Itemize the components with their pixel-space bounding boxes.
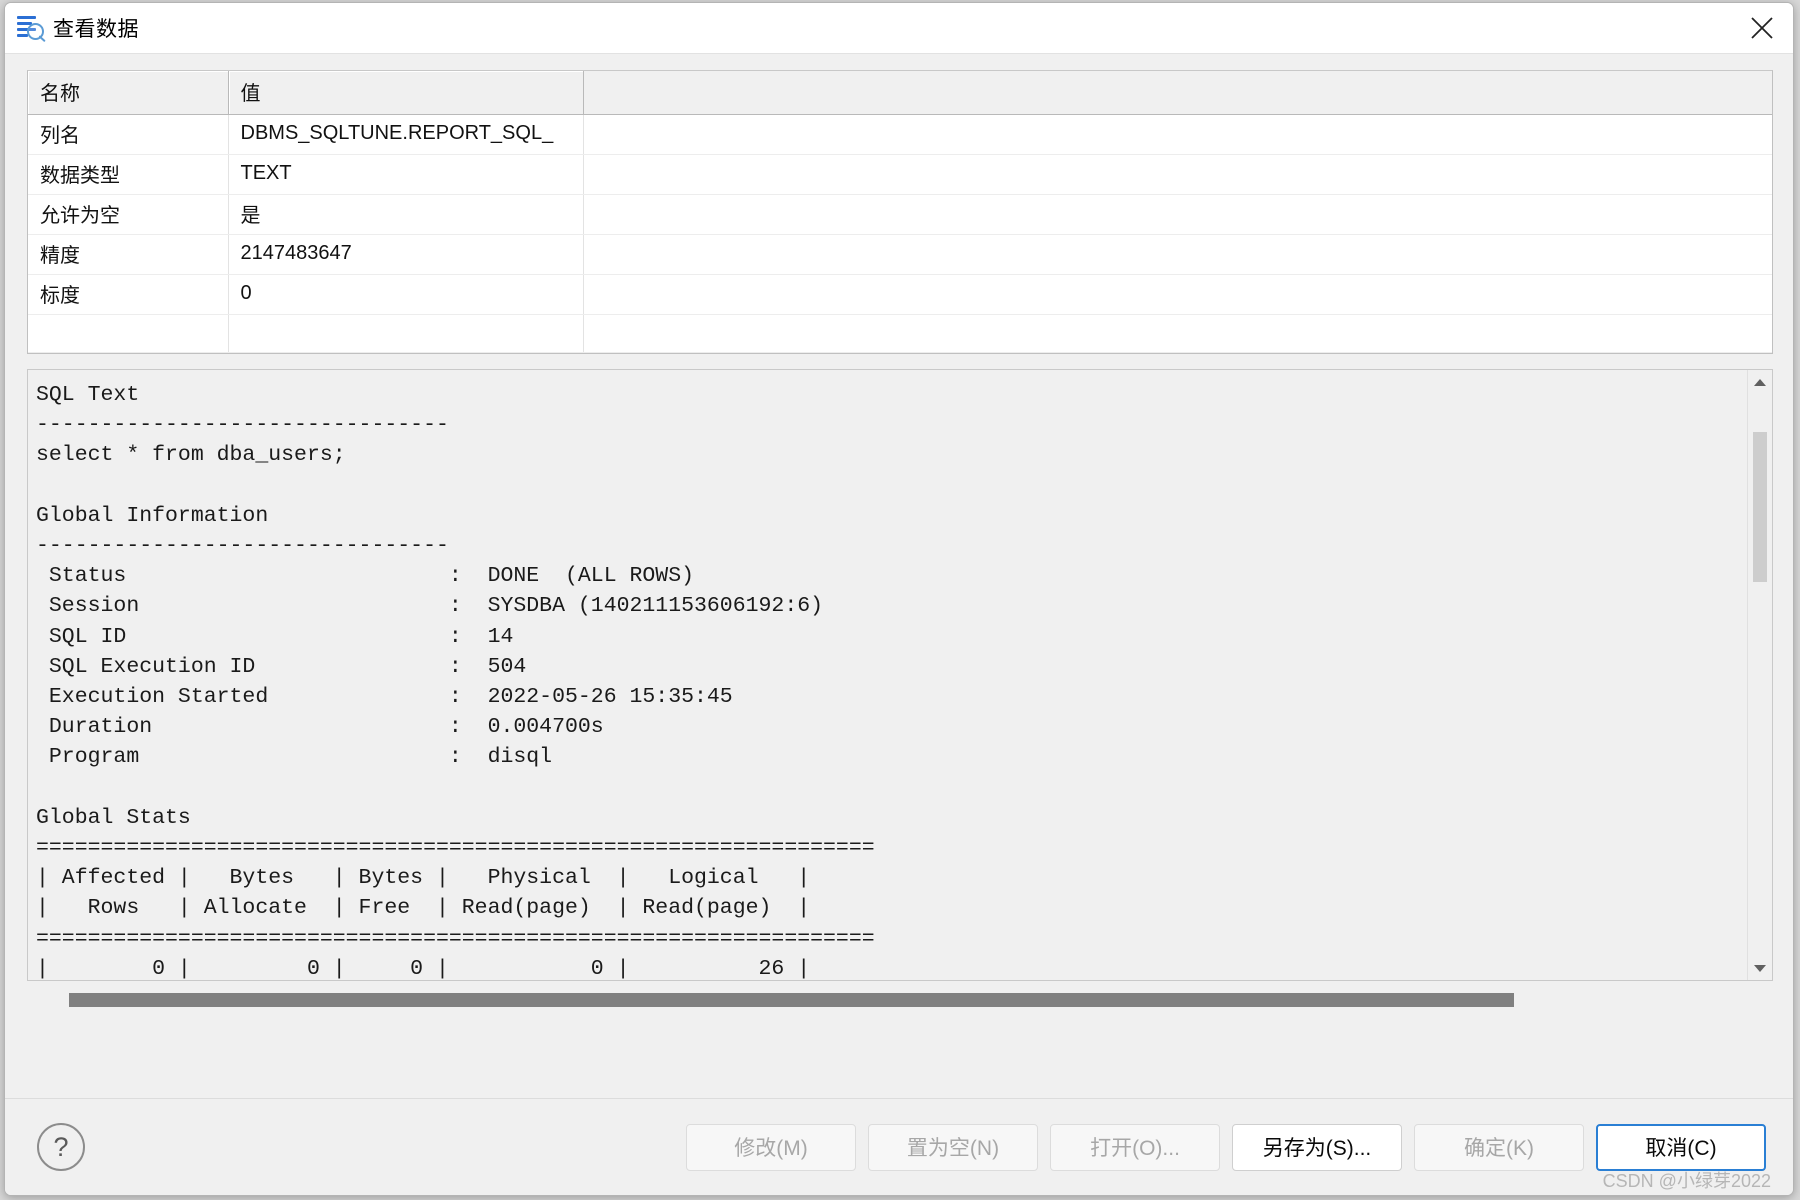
row-name: 数据类型 — [28, 154, 229, 195]
grid-header-name[interactable]: 名称 — [28, 71, 229, 115]
row-value — [228, 314, 584, 353]
row-filler — [583, 154, 1772, 195]
cancel-button[interactable]: 取消(C) — [1596, 1123, 1766, 1171]
table-row[interactable]: 精度 2147483647 — [28, 234, 1772, 275]
row-name: 允许为空 — [28, 194, 229, 235]
horizontal-scrollbar[interactable] — [27, 989, 1773, 1011]
row-filler — [583, 114, 1772, 155]
window-title: 查看数据 — [53, 18, 139, 41]
row-name: 列名 — [28, 114, 229, 155]
scroll-down-arrow[interactable] — [1748, 956, 1772, 980]
report-text-panel[interactable]: SQL Text -------------------------------… — [27, 369, 1773, 981]
property-grid: 名称 值 列名 DBMS_SQLTUNE.REPORT_SQL_ 数据类型 TE… — [27, 70, 1773, 354]
row-value: DBMS_SQLTUNE.REPORT_SQL_ — [228, 114, 584, 155]
scroll-up-arrow[interactable] — [1748, 370, 1772, 394]
row-value: 是 — [228, 194, 584, 235]
vertical-scrollbar-thumb[interactable] — [1753, 432, 1767, 582]
table-row[interactable]: 列名 DBMS_SQLTUNE.REPORT_SQL_ — [28, 114, 1772, 155]
save-as-button[interactable]: 另存为(S)... — [1232, 1123, 1402, 1171]
footer-button-group: 修改(M) 置为空(N) 打开(O)... 另存为(S)... 确定(K) 取消… — [686, 1123, 1766, 1171]
table-row[interactable]: 标度 0 — [28, 274, 1772, 315]
view-data-dialog: 查看数据 名称 值 列名 DBMS_SQLTUNE.REPORT_SQL_ 数据… — [4, 2, 1794, 1196]
grid-header-filler — [583, 71, 1772, 115]
title-bar: 查看数据 — [5, 3, 1793, 54]
vertical-scrollbar[interactable] — [1747, 370, 1772, 980]
grid-header-row: 名称 值 — [28, 71, 1772, 115]
row-value: TEXT — [228, 154, 584, 195]
row-name: 标度 — [28, 274, 229, 315]
help-icon[interactable]: ? — [37, 1123, 85, 1171]
ok-button[interactable]: 确定(K) — [1414, 1123, 1584, 1171]
row-filler — [583, 234, 1772, 275]
report-text: SQL Text -------------------------------… — [36, 383, 875, 981]
open-button[interactable]: 打开(O)... — [1050, 1123, 1220, 1171]
list-search-icon — [16, 13, 46, 43]
grid-header-value[interactable]: 值 — [228, 71, 584, 115]
horizontal-scrollbar-thumb[interactable] — [69, 993, 1514, 1007]
table-row[interactable]: 允许为空 是 — [28, 194, 1772, 235]
close-icon[interactable] — [1731, 3, 1793, 52]
row-filler — [583, 194, 1772, 235]
table-row-empty[interactable] — [28, 314, 1772, 353]
dialog-body: 名称 值 列名 DBMS_SQLTUNE.REPORT_SQL_ 数据类型 TE… — [5, 54, 1793, 1098]
row-value: 2147483647 — [228, 234, 584, 275]
row-name — [28, 314, 229, 353]
modify-button[interactable]: 修改(M) — [686, 1123, 856, 1171]
row-value: 0 — [228, 274, 584, 315]
dialog-footer: ? 修改(M) 置为空(N) 打开(O)... 另存为(S)... 确定(K) … — [5, 1098, 1793, 1195]
table-row[interactable]: 数据类型 TEXT — [28, 154, 1772, 195]
row-name: 精度 — [28, 234, 229, 275]
watermark: CSDN @小绿芽2022 — [1602, 1171, 1771, 1191]
row-filler — [583, 314, 1772, 353]
set-null-button[interactable]: 置为空(N) — [868, 1123, 1038, 1171]
row-filler — [583, 274, 1772, 315]
